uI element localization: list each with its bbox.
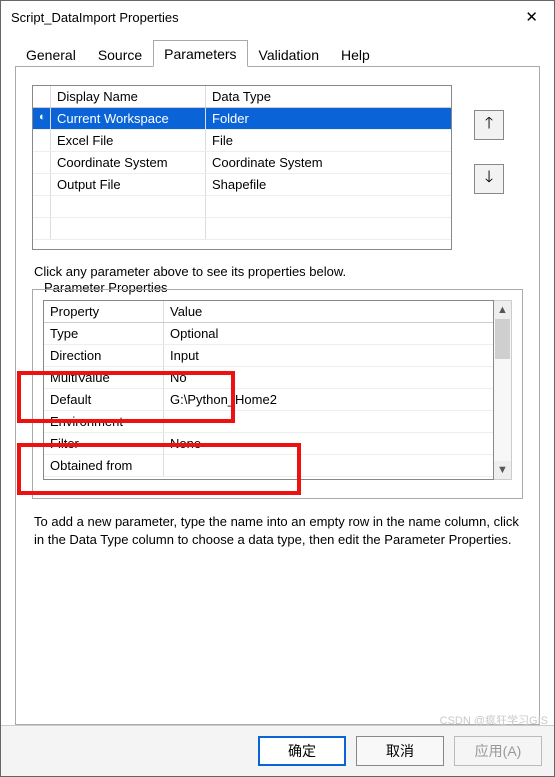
prop-value[interactable] bbox=[164, 455, 493, 476]
properties-table[interactable]: Property Value Type Optional Direction I… bbox=[43, 300, 494, 480]
scrollbar-thumb[interactable] bbox=[495, 319, 510, 359]
add-parameter-hint: To add a new parameter, type the name in… bbox=[34, 513, 521, 548]
arrow-down-icon: 🡓 bbox=[485, 166, 493, 193]
window-title: Script_DataImport Properties bbox=[11, 10, 179, 25]
tab-panel: Display Name Data Type ◐ Current Workspa… bbox=[15, 67, 540, 725]
cell-display[interactable]: Current Workspace bbox=[51, 108, 206, 129]
tab-general[interactable]: General bbox=[15, 41, 87, 67]
table-row[interactable]: Coordinate System Coordinate System bbox=[33, 152, 451, 174]
prop-value[interactable]: No bbox=[164, 367, 493, 388]
cell-display[interactable]: Coordinate System bbox=[51, 152, 206, 173]
prop-name: MultiValue bbox=[44, 367, 164, 388]
table-row[interactable]: Filter None bbox=[44, 433, 493, 455]
cell-datatype[interactable]: Coordinate System bbox=[206, 152, 451, 173]
table-row[interactable]: Direction Input bbox=[44, 345, 493, 367]
cell-display[interactable]: Output File bbox=[51, 174, 206, 195]
prop-value[interactable]: Input bbox=[164, 345, 493, 366]
titlebar: Script_DataImport Properties ✕ bbox=[1, 1, 554, 31]
prop-value[interactable] bbox=[164, 411, 493, 432]
tab-row: General Source Parameters Validation Hel… bbox=[15, 39, 540, 67]
tab-help[interactable]: Help bbox=[330, 41, 381, 67]
prop-name: Type bbox=[44, 323, 164, 344]
cell-datatype[interactable]: File bbox=[206, 130, 451, 151]
row-marker-icon: ◐ bbox=[33, 108, 51, 129]
arrow-up-icon: 🡑 bbox=[485, 112, 493, 139]
prop-name: Environment bbox=[44, 411, 164, 432]
prop-name: Filter bbox=[44, 433, 164, 454]
tab-validation[interactable]: Validation bbox=[248, 41, 330, 67]
table-row[interactable]: MultiValue No bbox=[44, 367, 493, 389]
table-row[interactable]: ◐ Current Workspace Folder bbox=[33, 108, 451, 130]
apply-button[interactable]: 应用(A) bbox=[454, 736, 542, 766]
close-icon[interactable]: ✕ bbox=[519, 8, 544, 26]
move-down-button[interactable]: 🡓 bbox=[474, 164, 504, 194]
col-display-name[interactable]: Display Name bbox=[51, 86, 206, 107]
properties-scrollbar[interactable]: ▲ ▼ bbox=[494, 300, 512, 480]
parameter-properties-fieldset: Parameter Properties Property Value Type… bbox=[32, 289, 523, 499]
parameters-table[interactable]: Display Name Data Type ◐ Current Workspa… bbox=[32, 85, 452, 250]
table-row[interactable]: Environment bbox=[44, 411, 493, 433]
scroll-up-icon[interactable]: ▲ bbox=[494, 301, 511, 319]
table-row[interactable]: Default G:\Python_Home2 bbox=[44, 389, 493, 411]
move-up-button[interactable]: 🡑 bbox=[474, 110, 504, 140]
content-area: General Source Parameters Validation Hel… bbox=[1, 31, 554, 725]
dialog-footer: 确定 取消 应用(A) bbox=[1, 725, 554, 776]
cell-display[interactable]: Excel File bbox=[51, 130, 206, 151]
tab-parameters[interactable]: Parameters bbox=[153, 40, 247, 67]
prop-value[interactable]: None bbox=[164, 433, 493, 454]
prop-value[interactable]: Optional bbox=[164, 323, 493, 344]
prop-value[interactable]: G:\Python_Home2 bbox=[164, 389, 493, 410]
table-row[interactable]: Excel File File bbox=[33, 130, 451, 152]
table-row[interactable]: Obtained from bbox=[44, 455, 493, 477]
table-row[interactable]: Output File Shapefile bbox=[33, 174, 451, 196]
scroll-down-icon[interactable]: ▼ bbox=[494, 461, 511, 479]
col-data-type[interactable]: Data Type bbox=[206, 86, 451, 107]
params-header: Display Name Data Type bbox=[33, 86, 451, 108]
ok-button[interactable]: 确定 bbox=[258, 736, 346, 766]
table-row[interactable] bbox=[33, 218, 451, 240]
prop-name: Default bbox=[44, 389, 164, 410]
col-value[interactable]: Value bbox=[164, 301, 493, 322]
tab-source[interactable]: Source bbox=[87, 41, 153, 67]
cell-datatype[interactable]: Shapefile bbox=[206, 174, 451, 195]
table-row[interactable]: Type Optional bbox=[44, 323, 493, 345]
props-header: Property Value bbox=[44, 301, 493, 323]
table-row[interactable] bbox=[33, 196, 451, 218]
selection-hint: Click any parameter above to see its pro… bbox=[34, 264, 523, 279]
col-property[interactable]: Property bbox=[44, 301, 164, 322]
cancel-button[interactable]: 取消 bbox=[356, 736, 444, 766]
prop-name: Obtained from bbox=[44, 455, 164, 476]
prop-name: Direction bbox=[44, 345, 164, 366]
cell-datatype[interactable]: Folder bbox=[206, 108, 451, 129]
